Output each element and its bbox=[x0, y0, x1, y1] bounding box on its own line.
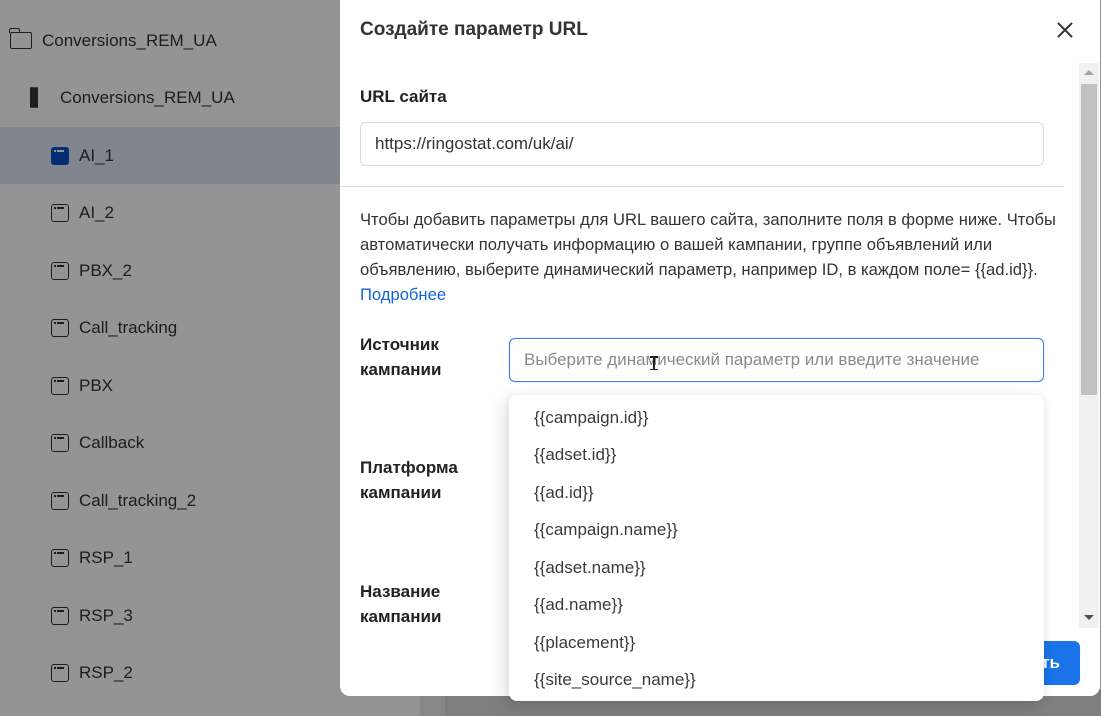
site-url-input[interactable] bbox=[360, 122, 1044, 166]
close-icon[interactable] bbox=[1052, 17, 1078, 43]
scroll-up-arrow-icon[interactable] bbox=[1084, 70, 1094, 75]
dialog-title: Создайте параметр URL bbox=[360, 19, 588, 40]
create-button-label: ть bbox=[1041, 653, 1060, 672]
scroll-thumb[interactable] bbox=[1081, 84, 1097, 395]
campaign-source-input[interactable] bbox=[509, 338, 1044, 382]
dropdown-option[interactable]: {{campaign.name}} bbox=[509, 512, 1044, 550]
dropdown-option[interactable]: {{adset.name}} bbox=[509, 549, 1044, 587]
dropdown-option[interactable]: {{adset.id}} bbox=[509, 437, 1044, 475]
dialog-scrollbar[interactable] bbox=[1079, 63, 1099, 628]
dropdown-option[interactable]: {{site_source_name}} bbox=[509, 662, 1044, 700]
campaign-source-label: Источник кампании bbox=[360, 335, 442, 379]
dropdown-option[interactable]: {{ad.name}} bbox=[509, 587, 1044, 625]
scroll-down-arrow-icon[interactable] bbox=[1084, 615, 1094, 620]
campaign-platform-label: Платформа кампании bbox=[360, 458, 458, 502]
text-cursor-icon bbox=[650, 356, 658, 370]
learn-more-link[interactable]: Подробнее bbox=[360, 285, 446, 304]
site-url-label: URL сайта bbox=[360, 87, 447, 106]
help-text-body: Чтобы добавить параметры для URL вашего … bbox=[360, 210, 1056, 279]
dropdown-option[interactable]: {{campaign.id}} bbox=[509, 399, 1044, 437]
campaign-name-label: Название кампании bbox=[360, 582, 442, 626]
help-text: Чтобы добавить параметры для URL вашего … bbox=[360, 207, 1060, 307]
dropdown-option[interactable]: {{placement}} bbox=[509, 624, 1044, 662]
dropdown-option[interactable]: {{ad.id}} bbox=[509, 474, 1044, 512]
divider bbox=[340, 186, 1064, 187]
dynamic-parameter-dropdown: {{campaign.id}} {{adset.id}} {{ad.id}} {… bbox=[509, 395, 1044, 701]
